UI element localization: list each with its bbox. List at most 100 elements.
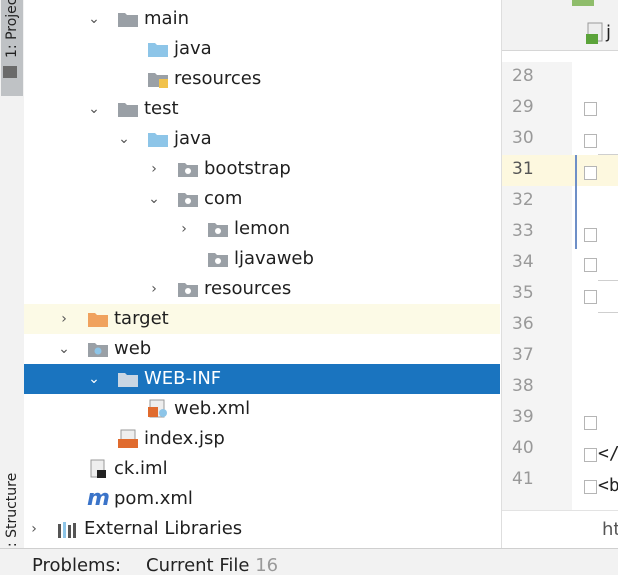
test-folder-icon [118, 103, 138, 117]
fold-marker-icon[interactable] [584, 480, 597, 494]
code-guide-line [598, 312, 618, 313]
current-file-tab[interactable]: Current File 16 [146, 555, 278, 576]
tree-node-web[interactable]: ⌄ web [24, 334, 500, 364]
code-guide-line [598, 280, 618, 281]
chevron-down-icon[interactable]: ⌄ [86, 364, 102, 394]
line-number: 30 [512, 128, 534, 148]
xml-file-icon [148, 399, 167, 418]
project-tool-window-button[interactable]: 1: Project [1, 0, 23, 96]
fold-marker-icon[interactable] [584, 416, 597, 430]
chevron-right-icon[interactable]: › [146, 154, 162, 184]
chevron-right-icon[interactable]: › [26, 514, 42, 544]
fold-marker-icon[interactable] [584, 134, 597, 148]
tree-node-java[interactable]: java [24, 34, 500, 64]
jsp-file-icon [118, 429, 138, 448]
line-number: 36 [512, 314, 534, 334]
chevron-right-icon[interactable]: › [146, 274, 162, 304]
chevron-right-icon[interactable]: › [176, 214, 192, 244]
jsp-file-icon [586, 22, 603, 44]
tree-node-label: WEB-INF [144, 368, 222, 389]
line-number: 29 [512, 97, 534, 117]
fold-marker-icon[interactable] [584, 290, 597, 304]
tree-node-ck-iml[interactable]: ck.iml [24, 454, 500, 484]
tree-node-label: lemon [234, 218, 291, 239]
tree-node-web-xml[interactable]: web.xml [24, 394, 500, 424]
tree-node-label: web [114, 338, 152, 359]
tree-node-label: com [204, 188, 243, 209]
tree-node-test-resources[interactable]: › resources [24, 274, 500, 304]
html-file-icon [572, 0, 594, 6]
tree-node-external-libraries[interactable]: › External Libraries [24, 514, 500, 544]
line-number-gutter: 28 29 30 31 32 33 34 35 36 37 38 39 40 4… [502, 62, 572, 510]
tree-node-resources[interactable]: resources [24, 64, 500, 94]
source-folder-icon [148, 43, 168, 57]
line-number: 38 [512, 376, 534, 396]
tree-node-label: ljavaweb [234, 248, 314, 269]
code-guide-line [598, 154, 618, 155]
code-fragment[interactable]: </ [598, 443, 618, 464]
resources-folder-icon [148, 73, 168, 88]
package-icon [208, 253, 228, 267]
current-file-label: Current File [146, 555, 250, 576]
fold-marker-icon[interactable] [584, 166, 597, 180]
tree-node-ljavaweb[interactable]: ljavaweb [24, 244, 500, 274]
line-number: 35 [512, 283, 534, 303]
chevron-down-icon[interactable]: ⌄ [146, 184, 162, 214]
fold-marker-icon[interactable] [584, 258, 597, 272]
change-marker [575, 155, 577, 249]
structure-tool-window-button[interactable]: 7: Structure [1, 468, 23, 556]
tree-node-target[interactable]: › target [24, 304, 500, 334]
line-number: 34 [512, 252, 534, 272]
line-number: 40 [512, 438, 534, 458]
line-number: 37 [512, 345, 534, 365]
libraries-icon [58, 522, 76, 538]
editor-breadcrumb: ht [502, 510, 618, 549]
package-icon [178, 193, 198, 207]
tree-node-label: resources [174, 68, 262, 89]
editor-tab[interactable]: j [606, 22, 611, 43]
project-tree: ⌄ main java resources ⌄ test ⌄ java › bo… [24, 0, 500, 548]
line-number: 39 [512, 407, 534, 427]
tree-node-pom-xml[interactable]: m pom.xml [24, 484, 500, 514]
line-number: 32 [512, 190, 534, 210]
tree-node-com[interactable]: ⌄ com [24, 184, 500, 214]
tree-node-label: pom.xml [114, 488, 193, 509]
chevron-right-icon[interactable]: › [56, 304, 72, 334]
tree-node-label: web.xml [174, 398, 251, 419]
line-number-current: 31 [502, 155, 572, 186]
tree-node-label: test [144, 98, 179, 119]
iml-file-icon [90, 459, 106, 478]
tree-node-label: java [174, 38, 212, 59]
folder-icon [118, 13, 138, 27]
editor-tab-bar: j [502, 0, 618, 51]
project-tool-label: 1: Project [4, 0, 20, 58]
tree-node-lemon[interactable]: › lemon [24, 214, 500, 244]
chevron-down-icon[interactable]: ⌄ [56, 334, 72, 364]
tree-node-web-inf[interactable]: ⌄ WEB-INF [24, 364, 500, 394]
excluded-folder-icon [88, 313, 108, 327]
tree-node-label: main [144, 8, 189, 29]
chevron-down-icon[interactable]: ⌄ [86, 4, 102, 34]
editor-pane: j 28 29 30 31 32 33 34 35 36 37 38 39 40… [501, 0, 618, 549]
tree-node-bootstrap[interactable]: › bootstrap [24, 154, 500, 184]
folder-icon [118, 373, 138, 387]
fold-marker-icon[interactable] [584, 102, 597, 116]
code-fragment[interactable]: <b [598, 475, 618, 496]
line-number: 41 [512, 469, 534, 489]
fold-marker-icon[interactable] [584, 448, 597, 462]
tree-node-test[interactable]: ⌄ test [24, 94, 500, 124]
tree-node-test-java[interactable]: ⌄ java [24, 124, 500, 154]
line-number: 33 [512, 221, 534, 241]
fold-marker-icon[interactable] [584, 228, 597, 242]
web-folder-icon [88, 343, 108, 357]
tree-node-main[interactable]: ⌄ main [24, 4, 500, 34]
chevron-down-icon[interactable]: ⌄ [116, 124, 132, 154]
chevron-down-icon[interactable]: ⌄ [86, 94, 102, 124]
tree-node-label: target [114, 308, 169, 329]
structure-tool-label: 7: Structure [4, 472, 20, 556]
breadcrumb-text[interactable]: ht [602, 519, 618, 540]
tool-window-strip: 1: Project 7: Structure [0, 0, 25, 556]
tree-node-index-jsp[interactable]: index.jsp [24, 424, 500, 454]
tree-node-label: resources [204, 278, 292, 299]
tree-node-label: java [174, 128, 212, 149]
